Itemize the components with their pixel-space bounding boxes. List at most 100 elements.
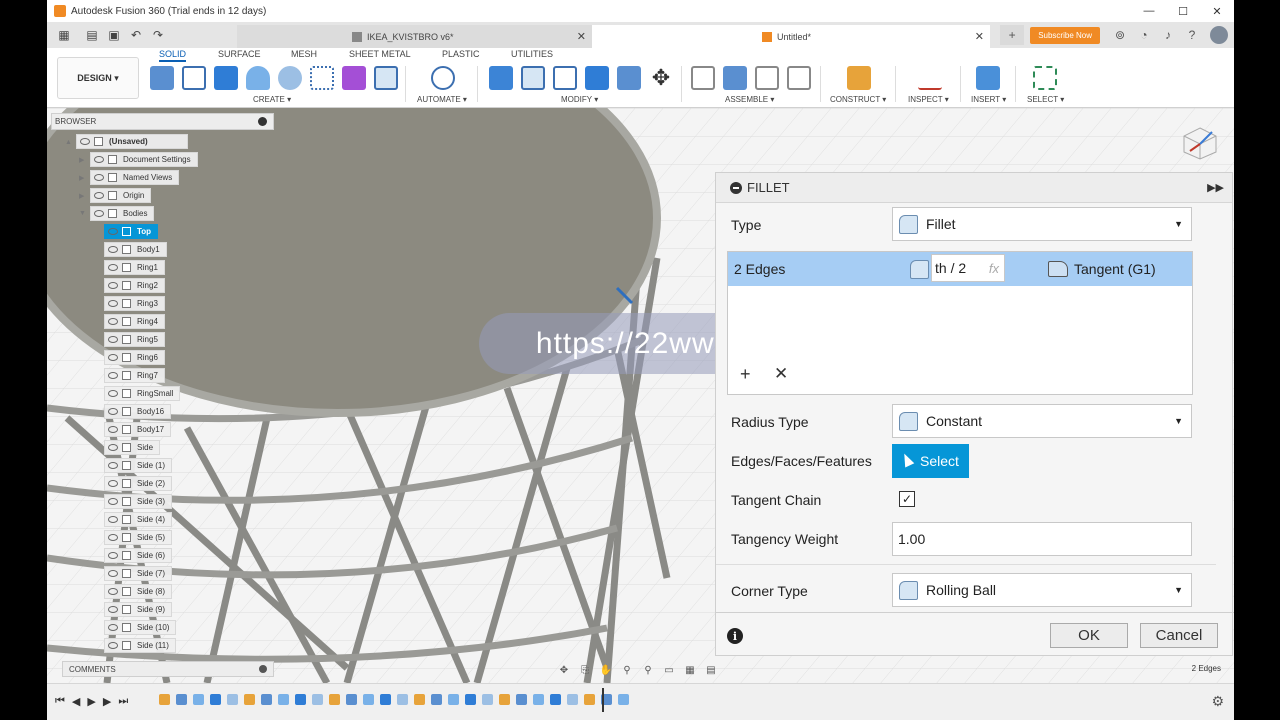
timeline-marker[interactable] xyxy=(602,688,604,712)
group-assemble[interactable]: ASSEMBLE ▾ xyxy=(725,95,774,104)
tab-sheet-metal[interactable]: SHEET METAL xyxy=(349,49,411,59)
continuity-selector[interactable]: Tangent (G1) xyxy=(1048,261,1156,277)
timeline-feature-icon[interactable] xyxy=(499,694,510,705)
visibility-eye-icon[interactable] xyxy=(108,246,118,253)
step-back-icon[interactable]: ◀ xyxy=(72,695,80,708)
redo-icon[interactable]: ↷ xyxy=(147,24,169,46)
timeline-feature-icon[interactable] xyxy=(244,694,255,705)
visibility-eye-icon[interactable] xyxy=(108,588,118,595)
comments-panel[interactable]: COMMENTS xyxy=(62,661,274,677)
visibility-eye-icon[interactable] xyxy=(108,264,118,271)
timeline-feature-icon[interactable] xyxy=(329,694,340,705)
timeline-feature-icon[interactable] xyxy=(414,694,425,705)
timeline-feature-icon[interactable] xyxy=(567,694,578,705)
timeline-feature-icon[interactable] xyxy=(448,694,459,705)
fillet-header[interactable]: FILLET ▶▶ xyxy=(716,173,1232,203)
visibility-eye-icon[interactable] xyxy=(108,336,118,343)
group-select[interactable]: SELECT ▾ xyxy=(1027,95,1064,104)
browser-panel-header[interactable]: BROWSER xyxy=(51,113,274,130)
timeline-feature-icon[interactable] xyxy=(618,694,629,705)
corner-type-dropdown[interactable]: Rolling Ball ▼ xyxy=(892,573,1192,607)
timeline-feature-icon[interactable] xyxy=(312,694,323,705)
play-icon[interactable]: ▶ xyxy=(87,695,95,708)
file-icon[interactable]: ▤ xyxy=(81,24,103,46)
view-cube[interactable] xyxy=(1182,126,1218,160)
group-create[interactable]: CREATE ▾ xyxy=(253,95,291,104)
body-item[interactable]: Side (8) xyxy=(104,584,173,599)
body-item[interactable]: Side (3) xyxy=(104,494,173,509)
body-item[interactable]: Ring4 xyxy=(104,314,165,329)
timeline-feature-icon[interactable] xyxy=(227,694,238,705)
mirror-icon[interactable] xyxy=(374,66,398,90)
close-button[interactable]: ✕ xyxy=(1200,0,1234,22)
save-icon[interactable]: ▣ xyxy=(103,24,125,46)
help-icon[interactable]: ? xyxy=(1180,25,1204,45)
pan-icon[interactable]: ✋ xyxy=(597,661,615,679)
timeline-feature-icon[interactable] xyxy=(363,694,374,705)
visibility-eye-icon[interactable] xyxy=(108,624,118,631)
timeline-feature-icon[interactable] xyxy=(159,694,170,705)
timeline-feature-icon[interactable] xyxy=(295,694,306,705)
group-modify[interactable]: MODIFY ▾ xyxy=(561,95,598,104)
as-built-joint-icon[interactable] xyxy=(755,66,779,90)
visibility-eye-icon[interactable] xyxy=(108,390,118,397)
measure-icon[interactable] xyxy=(918,66,942,90)
app-grid-icon[interactable]: ▦ xyxy=(53,24,75,46)
visibility-eye-icon[interactable] xyxy=(108,606,118,613)
timeline-feature-icon[interactable] xyxy=(346,694,357,705)
visibility-eye-icon[interactable] xyxy=(94,174,104,181)
orbit-icon[interactable]: ✥ xyxy=(555,661,573,679)
select-button[interactable]: Select xyxy=(892,444,969,478)
extrude-icon[interactable] xyxy=(214,66,238,90)
combine-icon[interactable] xyxy=(617,66,641,90)
browser-folder[interactable]: Named Views xyxy=(90,170,180,185)
body-item[interactable]: Side xyxy=(104,440,161,455)
subscribe-button[interactable]: Subscribe Now xyxy=(1030,26,1100,44)
timeline-feature-icon[interactable] xyxy=(465,694,476,705)
body-item[interactable]: Side (5) xyxy=(104,530,173,545)
visibility-eye-icon[interactable] xyxy=(80,138,90,145)
cancel-button[interactable]: Cancel xyxy=(1140,623,1218,648)
timeline-feature-icon[interactable] xyxy=(193,694,204,705)
visibility-eye-icon[interactable] xyxy=(108,444,118,451)
radius-type-dropdown[interactable]: Constant ▼ xyxy=(892,404,1192,438)
revolve-icon[interactable] xyxy=(246,66,270,90)
body-item[interactable]: Ring2 xyxy=(104,278,165,293)
tab-plastic[interactable]: PLASTIC xyxy=(442,49,480,59)
timeline-feature-icon[interactable] xyxy=(550,694,561,705)
expand-arrow-icon[interactable]: ▼ xyxy=(79,210,86,217)
body-item[interactable]: Ring3 xyxy=(104,296,165,311)
timeline-feature-icon[interactable] xyxy=(482,694,493,705)
expand-dialog-icon[interactable]: ▶▶ xyxy=(1207,181,1224,194)
body-item[interactable]: Side (9) xyxy=(104,602,173,617)
timeline-feature-icon[interactable] xyxy=(533,694,544,705)
visibility-eye-icon[interactable] xyxy=(108,480,118,487)
body-item[interactable]: Ring1 xyxy=(104,260,165,275)
shell-icon[interactable] xyxy=(585,66,609,90)
visibility-eye-icon[interactable] xyxy=(108,516,118,523)
body-item[interactable]: Side (4) xyxy=(104,512,173,527)
viewports-icon[interactable]: ▤ xyxy=(702,661,720,679)
maximize-button[interactable]: ☐ xyxy=(1166,0,1200,22)
visibility-eye-icon[interactable] xyxy=(108,318,118,325)
body-item[interactable]: RingSmall xyxy=(104,386,181,401)
browser-root[interactable]: (Unsaved) xyxy=(76,134,188,149)
create-sketch-icon[interactable] xyxy=(182,66,206,90)
tab-surface[interactable]: SURFACE xyxy=(218,49,261,59)
visibility-eye-icon[interactable] xyxy=(108,498,118,505)
step-forward-icon[interactable]: ▶ xyxy=(103,695,111,708)
timeline-feature-icon[interactable] xyxy=(210,694,221,705)
tab-utilities[interactable]: UTILITIES xyxy=(511,49,553,59)
display-settings-icon[interactable]: ▭ xyxy=(660,661,678,679)
notification-bell-icon[interactable]: ♪ xyxy=(1156,25,1180,45)
info-icon[interactable]: i xyxy=(727,628,743,644)
joint-icon[interactable] xyxy=(691,66,715,90)
timeline-feature-icon[interactable] xyxy=(584,694,595,705)
new-component-assemble-icon[interactable] xyxy=(723,66,747,90)
grid-settings-icon[interactable]: ▦ xyxy=(681,661,699,679)
hole-icon[interactable] xyxy=(278,66,302,90)
zoom-icon[interactable]: ⚲ xyxy=(618,661,636,679)
move-copy-icon[interactable]: ✥ xyxy=(649,66,673,90)
body-item[interactable]: Side (10) xyxy=(104,620,177,635)
body-item[interactable]: Ring7 xyxy=(104,368,165,383)
